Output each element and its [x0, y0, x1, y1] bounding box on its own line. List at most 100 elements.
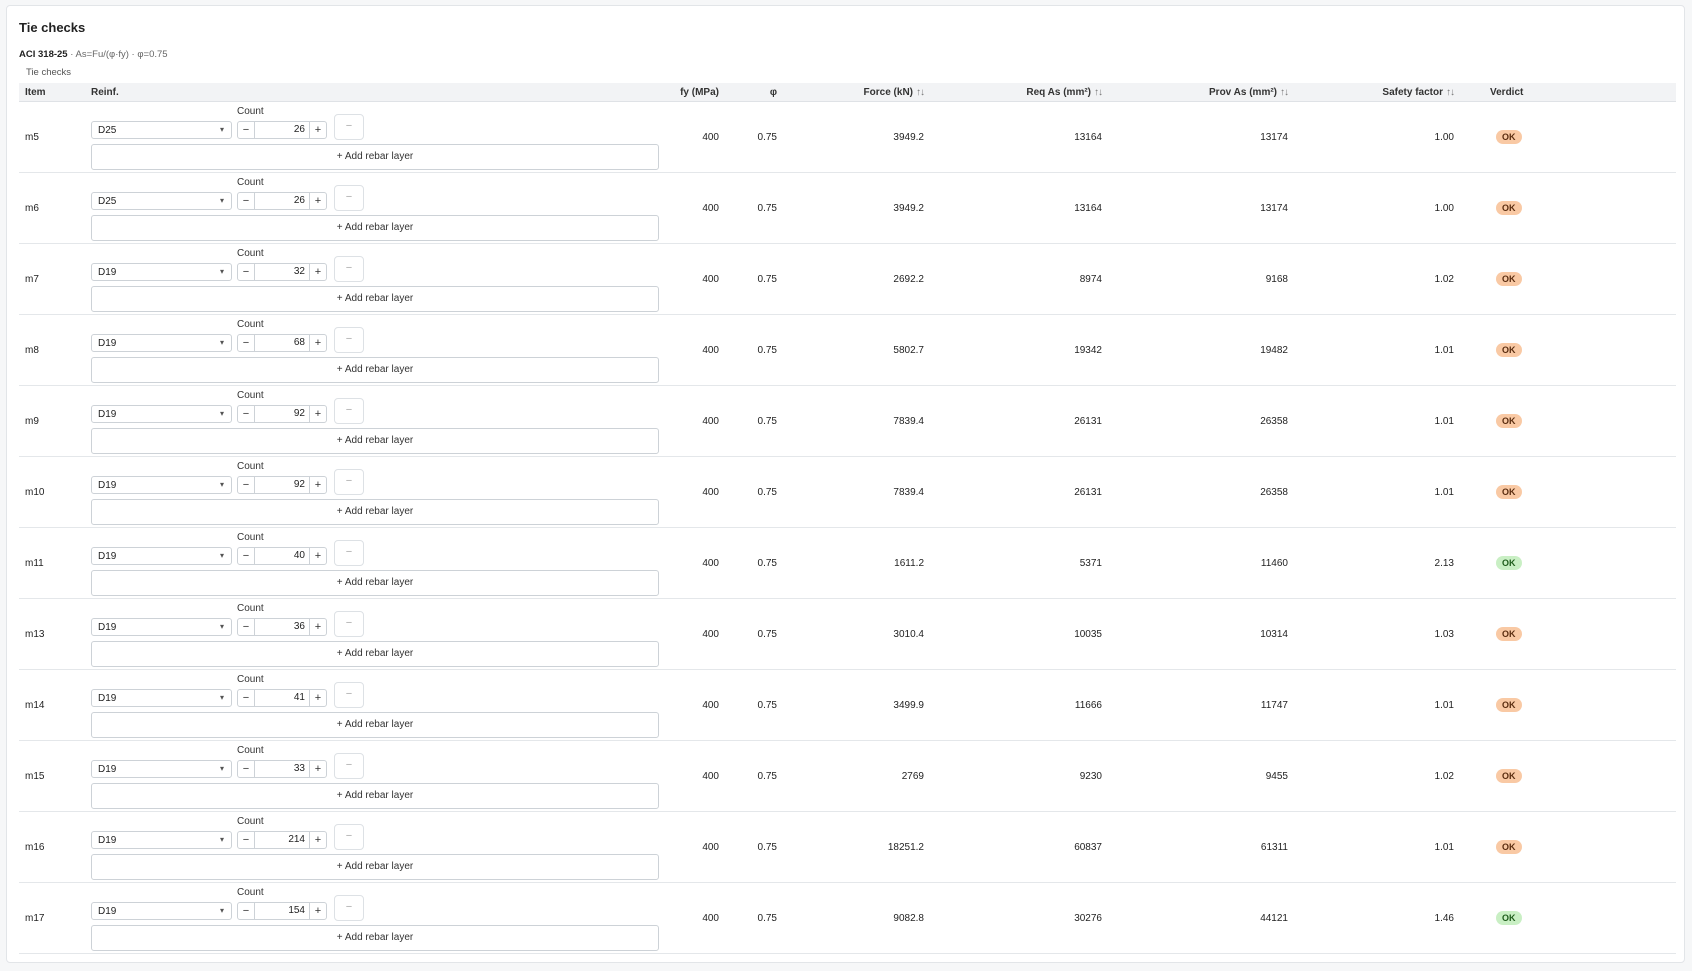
remove-layer-button[interactable]: −	[334, 398, 364, 424]
remove-layer-button[interactable]: −	[334, 256, 364, 282]
count-input[interactable]: 40	[255, 548, 309, 564]
sort-icon[interactable]: ↑↓	[1446, 87, 1455, 98]
item-cell: m16	[25, 841, 45, 853]
header-safety-factor[interactable]: Safety factor ↑↓	[1294, 83, 1460, 102]
add-rebar-layer-button[interactable]: + Add rebar layer	[91, 925, 659, 951]
bar-size-select[interactable]: D19 ▾	[91, 902, 232, 920]
sort-icon[interactable]: ↑↓	[916, 87, 925, 98]
increment-button[interactable]: +	[309, 690, 326, 706]
remove-layer-button[interactable]: −	[334, 824, 364, 850]
decrement-button[interactable]: −	[238, 264, 255, 280]
increment-button[interactable]: +	[309, 477, 326, 493]
decrement-button[interactable]: −	[238, 548, 255, 564]
add-rebar-layer-button[interactable]: + Add rebar layer	[91, 286, 659, 312]
decrement-button[interactable]: −	[238, 193, 255, 209]
remove-layer-button[interactable]: −	[334, 753, 364, 779]
increment-button[interactable]: +	[309, 903, 326, 919]
count-stepper[interactable]: − 36 +	[237, 618, 327, 636]
add-rebar-layer-button[interactable]: + Add rebar layer	[91, 215, 659, 241]
count-stepper[interactable]: − 68 +	[237, 334, 327, 352]
decrement-button[interactable]: −	[238, 690, 255, 706]
remove-layer-button[interactable]: −	[334, 611, 364, 637]
count-stepper[interactable]: − 214 +	[237, 831, 327, 849]
decrement-button[interactable]: −	[238, 406, 255, 422]
bar-size-select[interactable]: D25 ▾	[91, 121, 232, 139]
increment-button[interactable]: +	[309, 619, 326, 635]
count-input[interactable]: 36	[255, 619, 309, 635]
add-rebar-layer-button[interactable]: + Add rebar layer	[91, 854, 659, 880]
remove-layer-button[interactable]: −	[334, 185, 364, 211]
bar-size-select[interactable]: D19 ▾	[91, 476, 232, 494]
bar-size-select[interactable]: D19 ▾	[91, 263, 232, 281]
count-stepper[interactable]: − 40 +	[237, 547, 327, 565]
item-cell: m11	[25, 557, 44, 569]
force-cell: 5802.7	[893, 344, 924, 356]
decrement-button[interactable]: −	[238, 832, 255, 848]
remove-layer-button[interactable]: −	[334, 895, 364, 921]
count-stepper[interactable]: − 92 +	[237, 405, 327, 423]
decrement-button[interactable]: −	[238, 335, 255, 351]
sort-icon[interactable]: ↑↓	[1280, 87, 1289, 98]
verdict-cell: OK	[1460, 528, 1676, 599]
header-req-as[interactable]: Req As (mm²) ↑↓	[930, 83, 1108, 102]
increment-button[interactable]: +	[309, 761, 326, 777]
count-input[interactable]: 68	[255, 335, 309, 351]
remove-layer-button[interactable]: −	[334, 540, 364, 566]
count-input[interactable]: 41	[255, 690, 309, 706]
increment-button[interactable]: +	[309, 122, 326, 138]
count-stepper[interactable]: − 33 +	[237, 760, 327, 778]
count-input[interactable]: 33	[255, 761, 309, 777]
remove-layer-button[interactable]: −	[334, 469, 364, 495]
add-rebar-layer-button[interactable]: + Add rebar layer	[91, 570, 659, 596]
add-rebar-layer-button[interactable]: + Add rebar layer	[91, 712, 659, 738]
count-input[interactable]: 32	[255, 264, 309, 280]
bar-size-select[interactable]: D19 ▾	[91, 547, 232, 565]
count-stepper[interactable]: − 41 +	[237, 689, 327, 707]
count-input[interactable]: 214	[255, 832, 309, 848]
count-input[interactable]: 92	[255, 406, 309, 422]
bar-size-select[interactable]: D19 ▾	[91, 689, 232, 707]
count-input[interactable]: 92	[255, 477, 309, 493]
increment-button[interactable]: +	[309, 406, 326, 422]
add-rebar-layer-button[interactable]: + Add rebar layer	[91, 357, 659, 383]
decrement-button[interactable]: −	[238, 903, 255, 919]
count-input[interactable]: 26	[255, 193, 309, 209]
add-rebar-layer-button[interactable]: + Add rebar layer	[91, 641, 659, 667]
add-rebar-layer-button[interactable]: + Add rebar layer	[91, 783, 659, 809]
increment-button[interactable]: +	[309, 335, 326, 351]
add-rebar-layer-button[interactable]: + Add rebar layer	[91, 499, 659, 525]
decrement-button[interactable]: −	[238, 619, 255, 635]
table-row: m9 Count D19 ▾ − 92 + − + Add rebar laye…	[19, 386, 1676, 457]
req-as-cell: 13164	[1074, 131, 1102, 143]
increment-button[interactable]: +	[309, 832, 326, 848]
item-cell: m5	[25, 131, 39, 143]
count-stepper[interactable]: − 92 +	[237, 476, 327, 494]
add-rebar-layer-button[interactable]: + Add rebar layer	[91, 144, 659, 170]
count-stepper[interactable]: − 154 +	[237, 902, 327, 920]
bar-size-select[interactable]: D19 ▾	[91, 618, 232, 636]
header-prov-as[interactable]: Prov As (mm²) ↑↓	[1108, 83, 1294, 102]
increment-button[interactable]: +	[309, 548, 326, 564]
increment-button[interactable]: +	[309, 264, 326, 280]
decrement-button[interactable]: −	[238, 477, 255, 493]
remove-layer-button[interactable]: −	[334, 114, 364, 140]
count-input[interactable]: 26	[255, 122, 309, 138]
bar-size-select[interactable]: D19 ▾	[91, 334, 232, 352]
bar-size-select[interactable]: D19 ▾	[91, 831, 232, 849]
count-stepper[interactable]: − 32 +	[237, 263, 327, 281]
remove-layer-button[interactable]: −	[334, 327, 364, 353]
header-force[interactable]: Force (kN) ↑↓	[783, 83, 930, 102]
sort-icon[interactable]: ↑↓	[1094, 87, 1103, 98]
bar-size-select[interactable]: D25 ▾	[91, 192, 232, 210]
safety-factor-cell: 1.00	[1434, 131, 1454, 143]
decrement-button[interactable]: −	[238, 122, 255, 138]
count-stepper[interactable]: − 26 +	[237, 121, 327, 139]
remove-layer-button[interactable]: −	[334, 682, 364, 708]
increment-button[interactable]: +	[309, 193, 326, 209]
bar-size-select[interactable]: D19 ▾	[91, 760, 232, 778]
add-rebar-layer-button[interactable]: + Add rebar layer	[91, 428, 659, 454]
bar-size-select[interactable]: D19 ▾	[91, 405, 232, 423]
count-stepper[interactable]: − 26 +	[237, 192, 327, 210]
decrement-button[interactable]: −	[238, 761, 255, 777]
count-input[interactable]: 154	[255, 903, 309, 919]
